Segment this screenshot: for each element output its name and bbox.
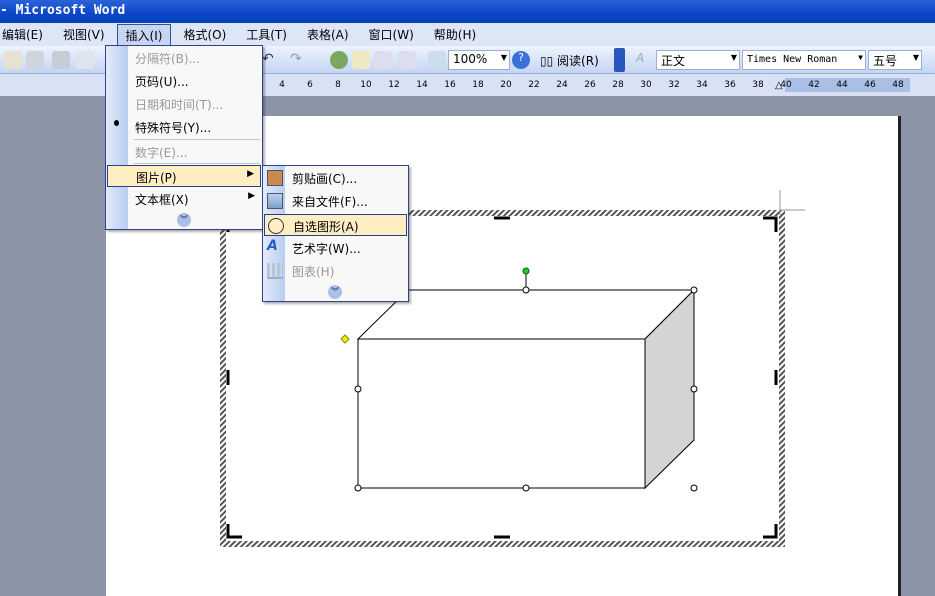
- menu-item-break[interactable]: 分隔符(B)...: [107, 47, 261, 69]
- clipart-icon: [267, 170, 283, 186]
- menu-item-label: 图表(H): [292, 265, 335, 279]
- insert-menu: 分隔符(B)... 页码(U)... 日期和时间(T)... 特殊符号(Y)..…: [105, 45, 263, 230]
- menu-item-special-symbols[interactable]: 特殊符号(Y)...: [107, 116, 261, 138]
- submenu-arrow-icon: ▶: [247, 169, 254, 179]
- rotation-handle[interactable]: [522, 267, 530, 275]
- menu-item-text-box[interactable]: 文本框(X) ▶: [107, 188, 261, 210]
- menu-item-label: 图片(P): [136, 171, 177, 185]
- menu-item-label: 来自文件(F)...: [292, 195, 368, 209]
- submenu-arrow-icon: ▶: [248, 191, 255, 201]
- menu-item-label: 剪贴画(C)...: [292, 172, 358, 186]
- expand-menu-chevron-icon[interactable]: ︾: [177, 213, 191, 227]
- menu-item-chart[interactable]: 图表(H): [264, 260, 407, 282]
- menu-item-label: 文本框(X): [135, 193, 189, 207]
- menu-item-autoshapes[interactable]: 自选图形(A): [264, 214, 407, 236]
- chart-icon: [267, 263, 283, 279]
- wordart-icon: A: [267, 238, 278, 254]
- menu-item-picture[interactable]: 图片(P) ▶: [107, 165, 261, 187]
- autoshape-icon: [268, 218, 284, 234]
- menu-separator: [134, 163, 260, 164]
- image-file-icon: [267, 193, 283, 209]
- menu-item-from-file[interactable]: 来自文件(F)...: [264, 190, 407, 212]
- menu-item-page-numbers[interactable]: 页码(U)...: [107, 70, 261, 92]
- menu-item-label: 艺术字(W)...: [292, 242, 361, 256]
- cube-front-face: [357, 338, 646, 489]
- menu-item-number[interactable]: 数字(E)...: [107, 141, 261, 163]
- menu-separator: [134, 139, 260, 140]
- picture-submenu: 剪贴画(C)... 来自文件(F)... 自选图形(A) A 艺术字(W)... …: [262, 165, 409, 302]
- adjustment-handle[interactable]: [340, 334, 350, 344]
- menu-item-label: 自选图形(A): [293, 220, 359, 234]
- cube-shape[interactable]: [356, 288, 696, 490]
- menu-item-wordart[interactable]: A 艺术字(W)...: [264, 237, 407, 259]
- expand-menu-chevron-icon[interactable]: ︾: [328, 285, 342, 299]
- menu-item-date-time[interactable]: 日期和时间(T)...: [107, 93, 261, 115]
- menu-item-clip-art[interactable]: 剪贴画(C)...: [264, 167, 407, 189]
